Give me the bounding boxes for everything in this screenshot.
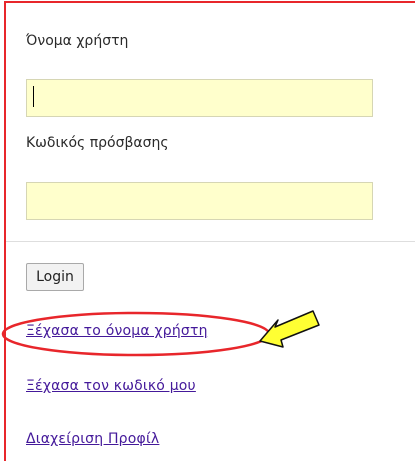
profile-management-link[interactable]: Διαχείριση Προφίλ: [26, 431, 159, 447]
password-label: Κωδικός πρόσβασης: [26, 135, 169, 151]
text-caret: [33, 86, 34, 107]
username-input[interactable]: [26, 79, 373, 117]
password-input[interactable]: [26, 182, 373, 220]
username-label: Όνομα χρήστη: [26, 33, 129, 49]
divider: [6, 241, 415, 242]
login-button[interactable]: Login: [26, 263, 84, 291]
forgot-username-link[interactable]: Ξέχασα το όνομα χρήστη: [26, 323, 208, 339]
forgot-password-link[interactable]: Ξέχασα τον κωδικό μου: [26, 378, 196, 394]
